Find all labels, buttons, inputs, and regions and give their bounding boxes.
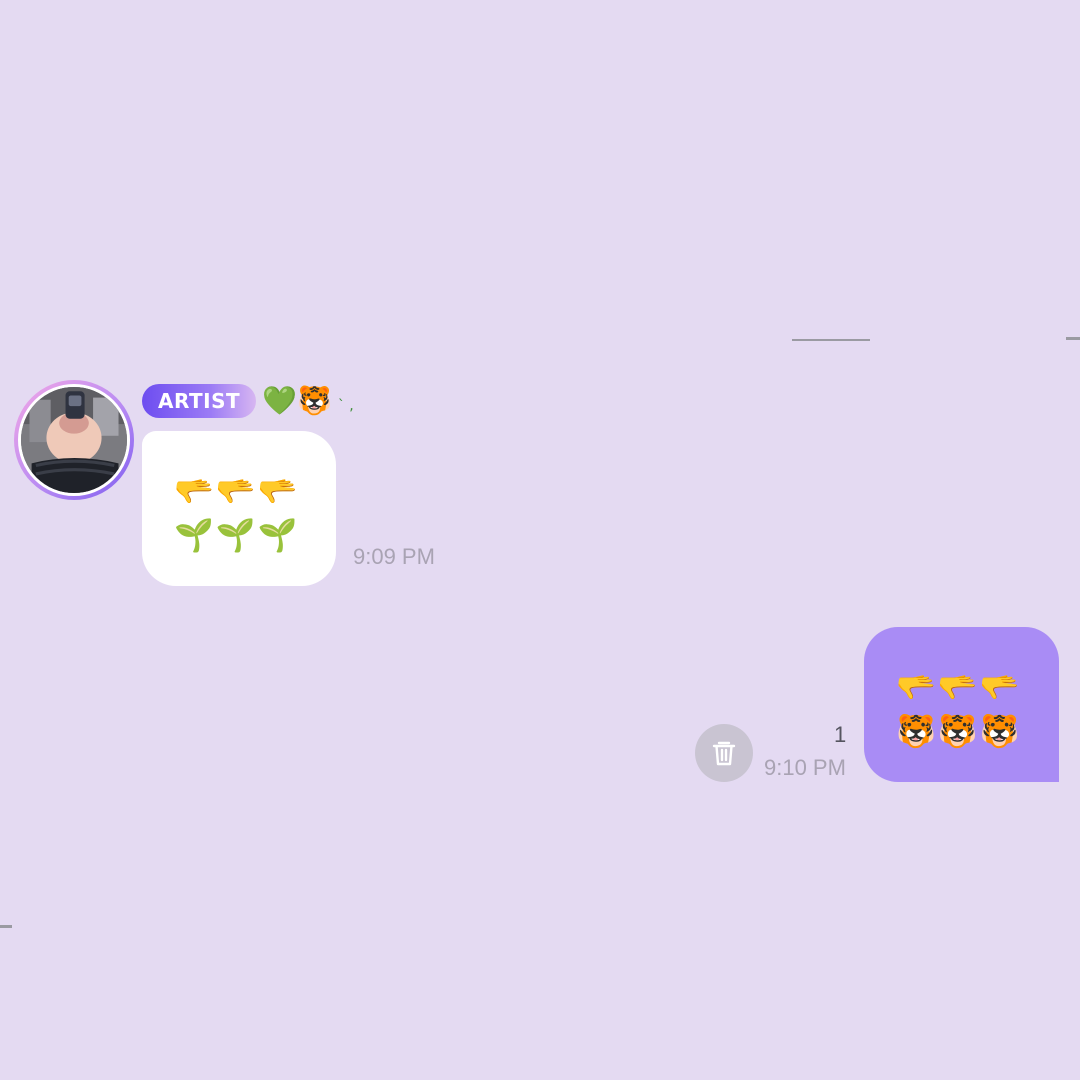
message-line: 🐯🐯🐯 bbox=[896, 712, 1022, 750]
profile-photo-image bbox=[21, 387, 127, 493]
avatar[interactable] bbox=[14, 380, 134, 500]
divider-line bbox=[792, 339, 870, 341]
profile-photo bbox=[18, 384, 130, 496]
incoming-message-bubble[interactable]: 🫳🫳🫳 🌱🌱🌱 bbox=[142, 431, 336, 586]
message-timestamp: 9:09 PM bbox=[353, 544, 435, 569]
divider-line bbox=[0, 925, 12, 928]
sender-name-tail: ˋ , bbox=[337, 398, 354, 414]
message-line: 🌱🌱🌱 bbox=[174, 516, 300, 554]
sender-name-emojis: 💚🐯 bbox=[262, 384, 332, 417]
artist-badge: ARTIST bbox=[142, 384, 257, 418]
divider-line bbox=[1066, 337, 1080, 340]
message-line: 🫳🫳🫳 bbox=[174, 472, 300, 510]
delete-message-button[interactable] bbox=[695, 724, 753, 782]
message-line: 🫳🫳🫳 bbox=[896, 668, 1022, 706]
trash-icon bbox=[712, 741, 736, 766]
sender-name-row: ARTIST 💚🐯 ˋ , bbox=[142, 383, 354, 419]
message-timestamp: 9:10 PM bbox=[764, 755, 846, 780]
outgoing-message-bubble[interactable]: 🫳🫳🫳 🐯🐯🐯 bbox=[864, 627, 1059, 782]
unread-count: 1 bbox=[834, 722, 847, 747]
